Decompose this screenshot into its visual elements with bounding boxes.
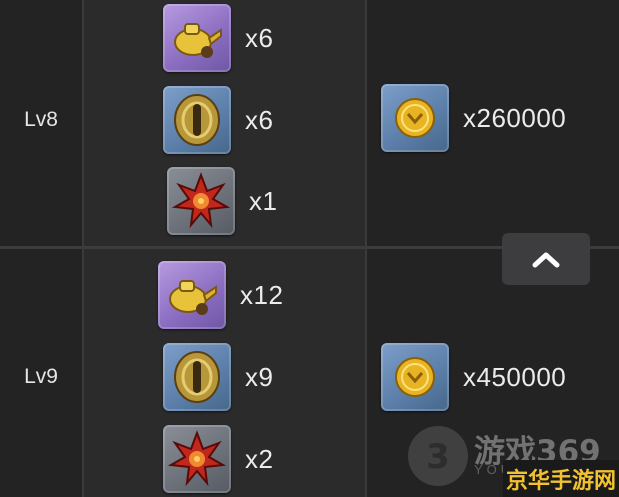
gold-teapot-icon (163, 4, 231, 72)
material-qty: x6 (245, 22, 274, 53)
material-qty: x1 (249, 185, 278, 216)
material-item[interactable]: x6 (163, 86, 273, 154)
watermark-logo: 3 (408, 426, 468, 486)
material-item[interactable]: x1 (167, 167, 277, 235)
level-cell: Lv8 (0, 0, 82, 246)
material-qty: x12 (240, 279, 284, 310)
crimson-bloom-icon (163, 425, 231, 493)
coin-qty: x450000 (463, 361, 567, 392)
scroll-to-top-button[interactable] (502, 233, 590, 285)
material-qty: x6 (245, 104, 274, 135)
level-cell: Lv9 (0, 249, 82, 497)
material-qty: x2 (245, 443, 274, 474)
column-divider (365, 0, 367, 497)
crimson-bloom-icon (167, 167, 235, 235)
coin-item[interactable]: x450000 (381, 343, 566, 411)
column-divider (82, 0, 84, 497)
coin-item[interactable]: x260000 (381, 84, 566, 152)
material-item[interactable]: x6 (163, 4, 273, 72)
chevron-up-icon (532, 252, 560, 268)
material-item[interactable]: x2 (163, 425, 273, 493)
materials-cell: x6 x6 x1 (84, 0, 365, 246)
level-label: Lv8 (24, 108, 58, 131)
coin-cell: x260000 (367, 0, 619, 246)
site-badge: 京华手游网 (503, 460, 619, 497)
material-item[interactable]: x9 (163, 343, 273, 411)
material-qty: x9 (245, 361, 274, 392)
material-item[interactable]: x12 (158, 261, 283, 329)
gold-coin-icon (381, 84, 449, 152)
materials-cell: x12 x9 x2 (84, 249, 365, 497)
watermark-logo-glyph: 3 (426, 437, 450, 477)
gold-teapot-icon (158, 261, 226, 329)
coin-qty: x260000 (463, 102, 567, 133)
gold-coin-icon (381, 343, 449, 411)
bronze-tsuba-icon (163, 86, 231, 154)
table-row-lv8: Lv8 x6 x6 x1 x260000 (0, 0, 619, 246)
bronze-tsuba-icon (163, 343, 231, 411)
level-label: Lv9 (24, 365, 58, 388)
